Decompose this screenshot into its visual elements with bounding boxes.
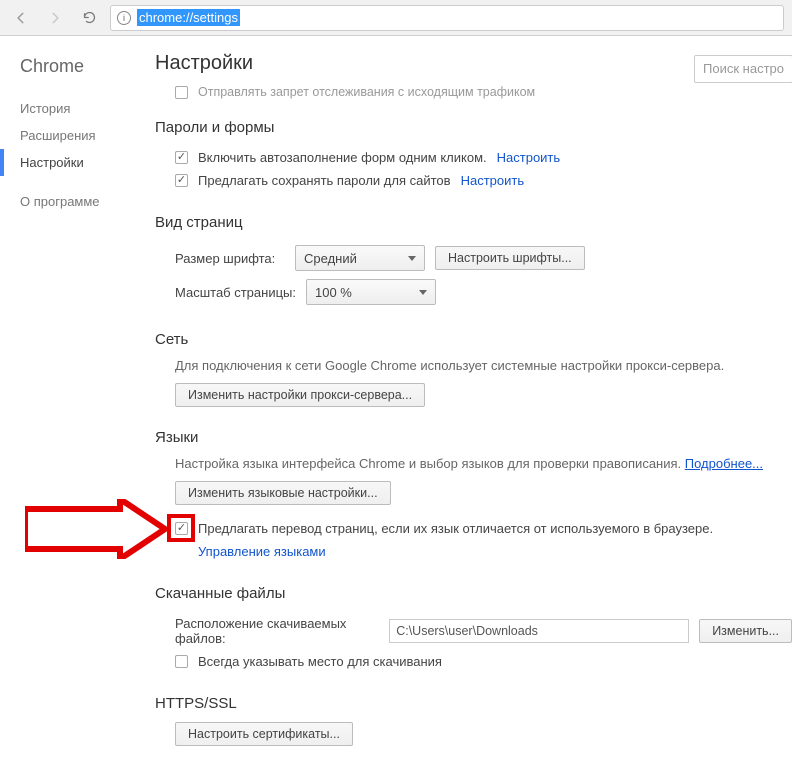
section-title: HTTPS/SSL (155, 695, 792, 712)
reload-button[interactable] (76, 5, 102, 31)
languages-desc: Настройка языка интерфейса Chrome и выбо… (155, 456, 792, 479)
section-title: Пароли и формы (155, 119, 792, 136)
checkbox-autofill[interactable] (175, 151, 188, 164)
save-pw-configure-link[interactable]: Настроить (461, 173, 525, 188)
customize-fonts-button[interactable]: Настроить шрифты... (435, 246, 585, 270)
sidebar-brand: Chrome (20, 56, 155, 77)
languages-desc-text: Настройка языка интерфейса Chrome и выбо… (175, 456, 681, 471)
font-size-value: Средний (304, 251, 357, 266)
sidebar: Chrome История Расширения Настройки О пр… (0, 36, 155, 771)
save-pw-label: Предлагать сохранять пароли для сайтов (198, 173, 451, 188)
manage-languages-link[interactable]: Управление языками (198, 544, 326, 559)
site-info-icon[interactable]: i (117, 11, 131, 25)
autofill-configure-link[interactable]: Настроить (497, 150, 561, 165)
truncated-label: Отправлять запрет отслеживания с исходящ… (198, 85, 535, 99)
section-https: HTTPS/SSL Настроить сертификаты... (155, 695, 792, 746)
truncated-row: Отправлять запрет отслеживания с исходящ… (155, 85, 792, 99)
sidebar-item-extensions[interactable]: Расширения (20, 122, 155, 149)
zoom-select[interactable]: 100 % (306, 279, 436, 305)
section-passwords: Пароли и формы Включить автозаполнение ф… (155, 119, 792, 192)
certificates-button[interactable]: Настроить сертификаты... (175, 722, 353, 746)
section-pageview: Вид страниц Размер шрифта: Средний Настр… (155, 214, 792, 309)
checkbox-save-passwords[interactable] (175, 174, 188, 187)
zoom-label: Масштаб страницы: (175, 285, 296, 300)
sidebar-item-about[interactable]: О программе (20, 188, 155, 215)
search-placeholder: Поиск настро (703, 61, 784, 76)
font-size-select[interactable]: Средний (295, 245, 425, 271)
browser-toolbar: i chrome://settings (0, 0, 792, 36)
checkbox-dnt[interactable] (175, 86, 188, 99)
change-download-location-button[interactable]: Изменить... (699, 619, 792, 643)
address-text: chrome://settings (137, 9, 240, 26)
settings-content: Настройки Поиск настро Отправлять запрет… (155, 36, 792, 771)
proxy-settings-button[interactable]: Изменить настройки прокси-сервера... (175, 383, 425, 407)
ask-download-label: Всегда указывать место для скачивания (198, 654, 442, 669)
section-title: Сеть (155, 331, 792, 348)
forward-button[interactable] (42, 5, 68, 31)
section-title: Языки (155, 429, 792, 446)
section-languages: Языки Настройка языка интерфейса Chrome … (155, 429, 792, 563)
checkbox-offer-translate[interactable] (175, 522, 188, 535)
checkbox-ask-download[interactable] (175, 655, 188, 668)
sidebar-item-settings[interactable]: Настройки (0, 149, 155, 176)
settings-search-input[interactable]: Поиск настро (694, 55, 792, 83)
address-bar[interactable]: i chrome://settings (110, 5, 784, 31)
back-button[interactable] (8, 5, 34, 31)
network-desc: Для подключения к сети Google Chrome исп… (155, 358, 792, 381)
section-downloads: Скачанные файлы Расположение скачиваемых… (155, 585, 792, 673)
offer-translate-label: Предлагать перевод страниц, если их язык… (198, 521, 713, 536)
section-title: Вид страниц (155, 214, 792, 231)
languages-more-link[interactable]: Подробнее... (685, 456, 763, 471)
sidebar-item-history[interactable]: История (20, 95, 155, 122)
section-network: Сеть Для подключения к сети Google Chrom… (155, 331, 792, 407)
language-settings-button[interactable]: Изменить языковые настройки... (175, 481, 391, 505)
page-title: Настройки (155, 52, 694, 75)
section-title: Скачанные файлы (155, 585, 792, 602)
zoom-value: 100 % (315, 285, 352, 300)
download-location-input[interactable] (389, 619, 689, 643)
font-size-label: Размер шрифта: (175, 251, 285, 266)
chevron-down-icon (408, 256, 416, 261)
chevron-down-icon (419, 290, 427, 295)
autofill-label: Включить автозаполнение форм одним клико… (198, 150, 487, 165)
download-location-label: Расположение скачиваемых файлов: (175, 616, 379, 646)
